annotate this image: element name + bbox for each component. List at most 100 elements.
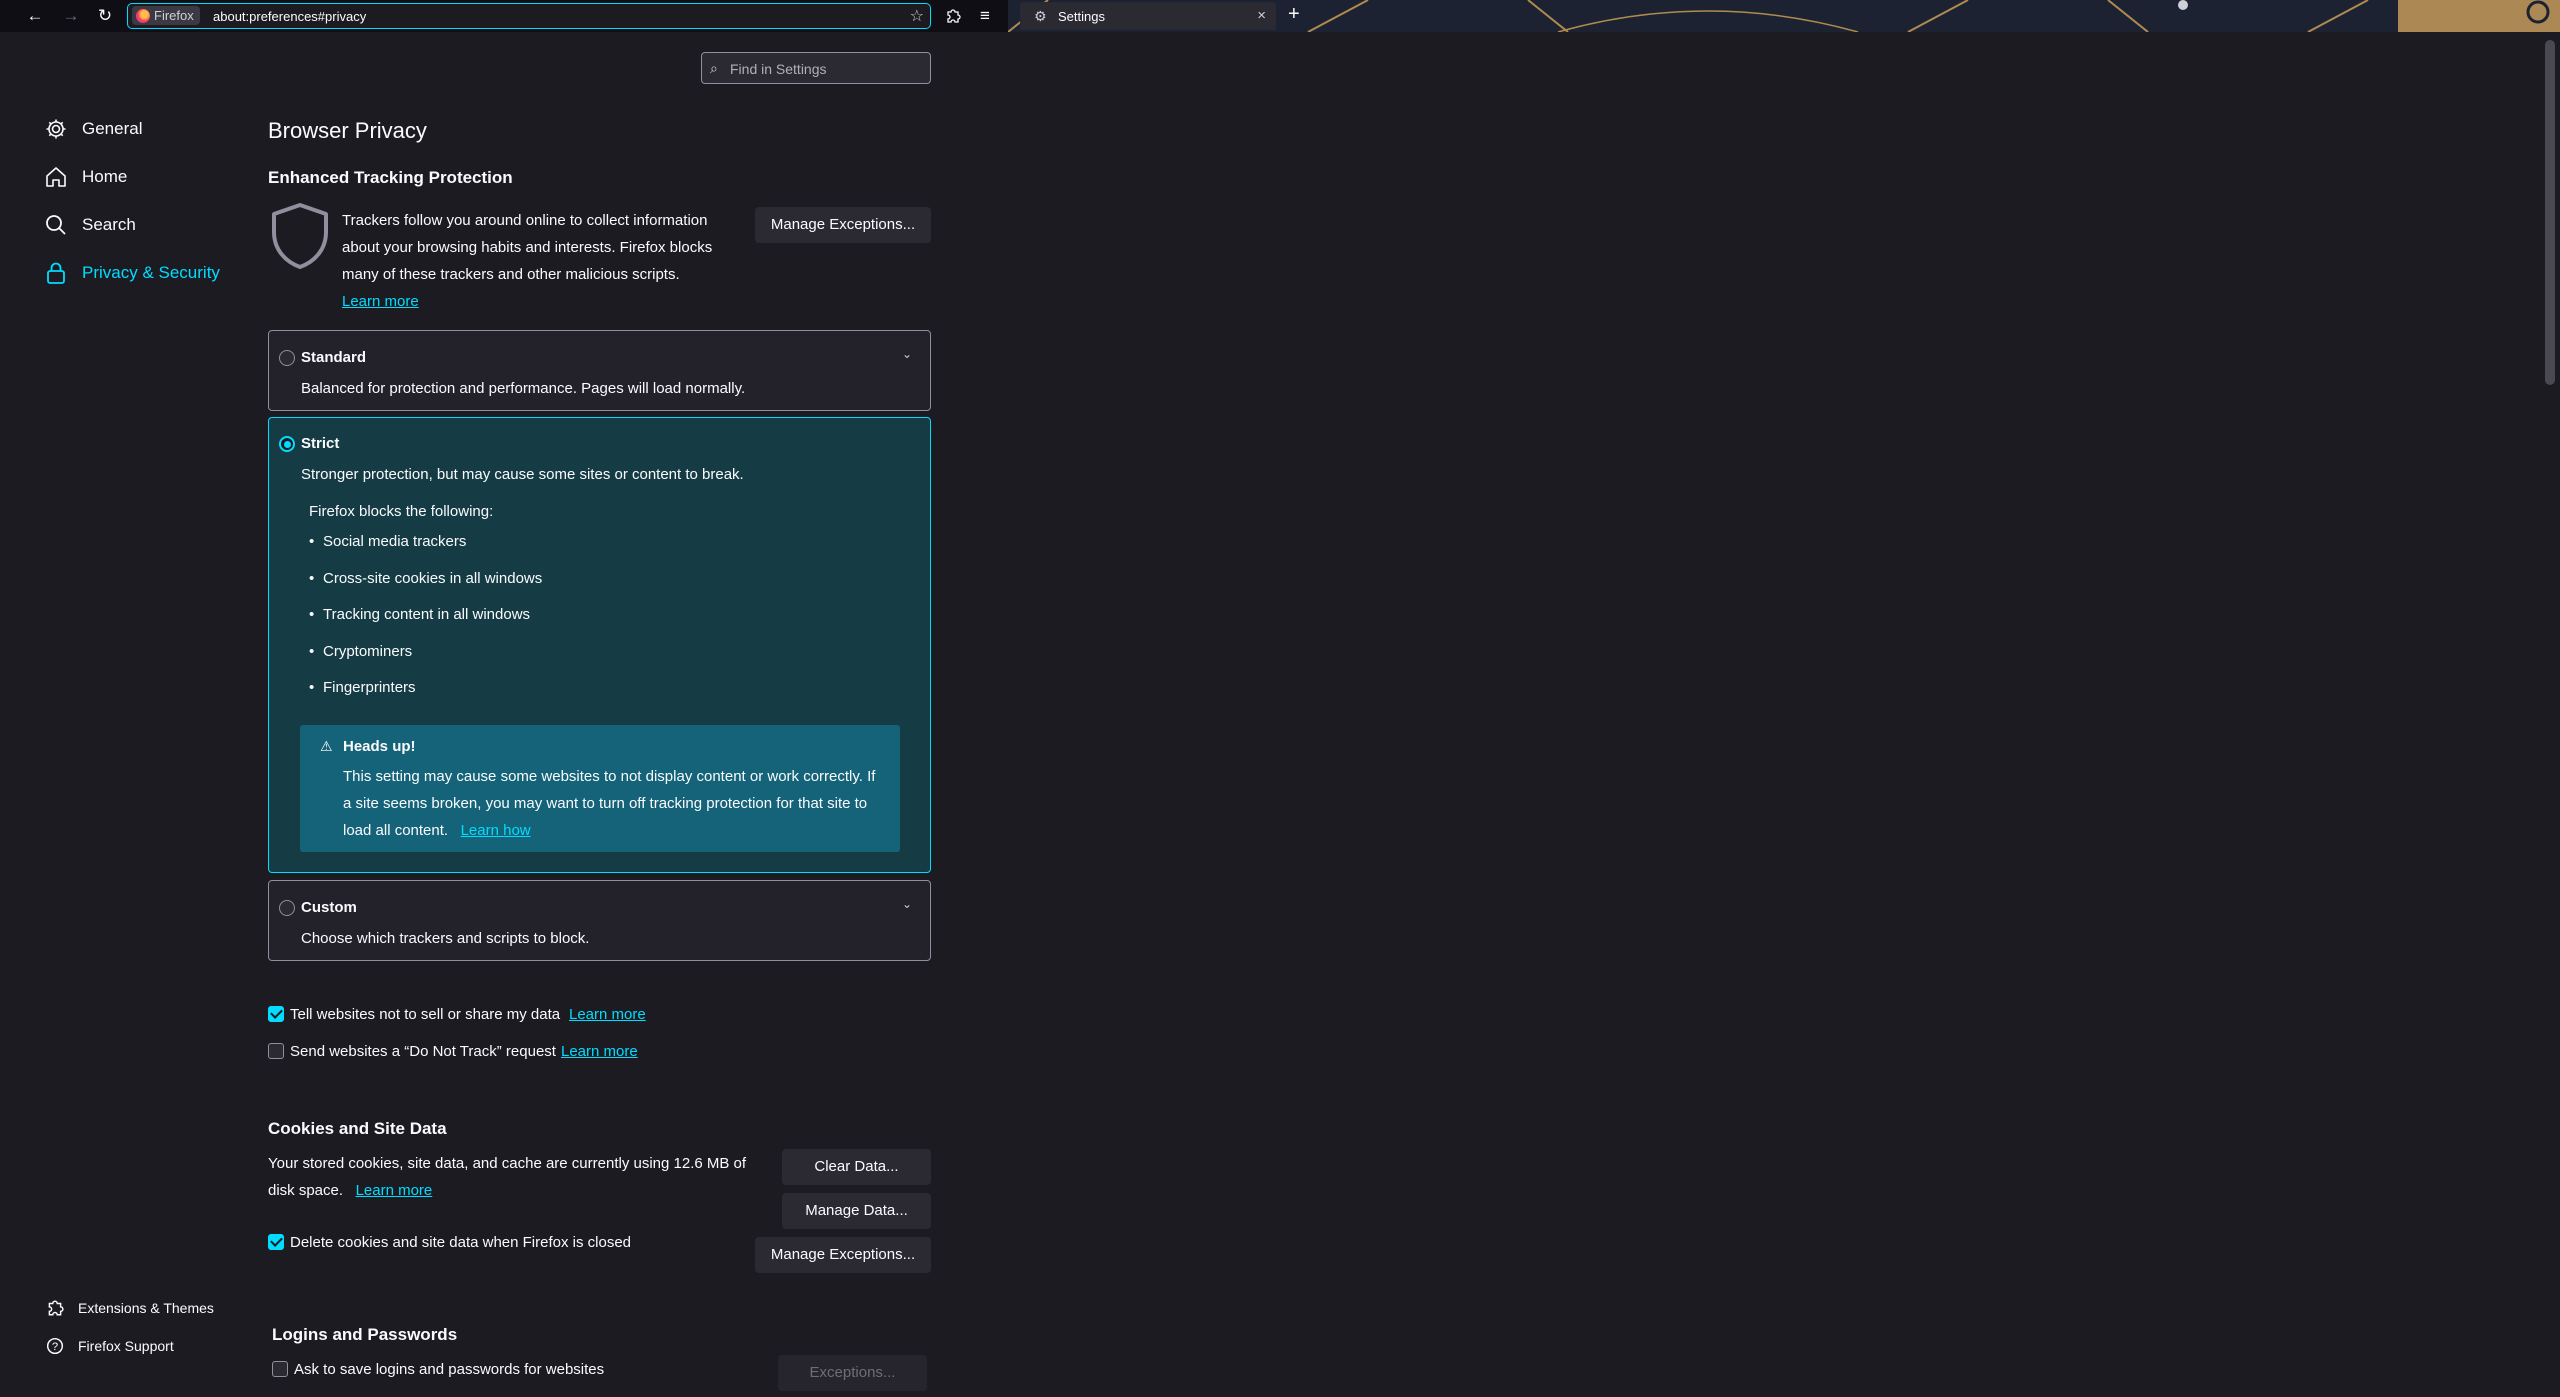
etp-title: Enhanced Tracking Protection <box>268 168 513 187</box>
gear-icon <box>46 119 66 139</box>
warning-box: ⚠ Heads up! This setting may cause some … <box>300 725 900 852</box>
home-icon <box>46 167 66 187</box>
category-privacy[interactable]: Privacy & Security <box>44 258 220 288</box>
gear-icon: ⚙ <box>1034 8 1047 24</box>
cookies-usage-text: Your stored cookies, site data, and cach… <box>268 1150 746 1204</box>
firefox-support-link[interactable]: ? Firefox Support <box>46 1337 174 1355</box>
dnt-checkbox[interactable] <box>268 1043 284 1059</box>
url-bar[interactable]: Firefox about:preferences#privacy ☆ <box>127 3 931 29</box>
warning-text: This setting may cause some websites to … <box>343 763 875 844</box>
custom-radio[interactable] <box>279 900 295 916</box>
cookies-manage-exceptions-button[interactable]: Manage Exceptions... <box>755 1237 931 1273</box>
hamburger-icon: ≡ <box>980 6 990 25</box>
strict-title: Strict <box>301 435 340 452</box>
custom-option-card[interactable]: Custom Choose which trackers and scripts… <box>268 880 931 961</box>
tab-settings[interactable]: ⚙ Settings × <box>1020 2 1276 30</box>
gpc-learn-more-link[interactable]: Learn more <box>569 1006 646 1023</box>
strict-blocks-label: Firefox blocks the following: <box>309 503 494 520</box>
svg-text:?: ? <box>52 1341 58 1353</box>
search-placeholder: Find in Settings <box>730 61 827 77</box>
chevron-down-icon[interactable]: ⌄ <box>902 347 912 361</box>
delete-on-close-label[interactable]: Delete cookies and site data when Firefo… <box>290 1234 631 1251</box>
url-text[interactable]: about:preferences#privacy <box>213 9 366 24</box>
dnt-label[interactable]: Send websites a “Do Not Track” request <box>290 1043 556 1060</box>
tab-strip: ⚙ Settings × + <box>1008 0 2560 32</box>
category-home[interactable]: Home <box>44 162 127 192</box>
list-item: Cryptominers <box>309 643 412 660</box>
forward-button[interactable]: → <box>58 4 84 28</box>
category-label: Privacy & Security <box>82 263 220 282</box>
etp-description-line: about your browsing habits and interests… <box>342 239 713 256</box>
strict-description: Stronger protection, but may cause some … <box>301 466 744 483</box>
gpc-checkbox[interactable] <box>268 1006 284 1022</box>
puzzle-icon <box>48 1300 64 1316</box>
tab-title: Settings <box>1058 9 1105 24</box>
custom-title: Custom <box>301 899 357 916</box>
strict-radio[interactable] <box>279 436 295 452</box>
ask-save-logins-checkbox[interactable] <box>272 1361 288 1377</box>
category-label: General <box>82 119 143 138</box>
list-item: Social media trackers <box>309 533 466 550</box>
search-icon <box>46 215 66 235</box>
browser-toolbar: ← → ↻ Firefox about:preferences#privacy … <box>0 0 2560 32</box>
search-icon: ⌕ <box>710 60 718 76</box>
etp-description-line: Trackers follow you around online to col… <box>342 212 708 229</box>
etp-manage-exceptions-button[interactable]: Manage Exceptions... <box>755 207 931 243</box>
etp-description-line: many of these trackers and other malicio… <box>342 266 680 283</box>
identity-label: Firefox <box>154 8 194 23</box>
warning-line: a site seems broken, you may want to tur… <box>343 795 868 812</box>
list-item: Tracking content in all windows <box>309 606 530 623</box>
category-general[interactable]: General <box>44 114 142 144</box>
new-tab-button[interactable]: + <box>1288 3 1300 26</box>
gpc-label[interactable]: Tell websites not to sell or share my da… <box>290 1006 560 1023</box>
list-item: Cross-site cookies in all windows <box>309 570 542 587</box>
cookies-usage-line: disk space. <box>268 1182 344 1199</box>
delete-on-close-checkbox[interactable] <box>268 1234 284 1250</box>
footer-label: Firefox Support <box>78 1338 174 1354</box>
warning-icon: ⚠ <box>320 738 333 754</box>
puzzle-icon <box>947 9 961 23</box>
standard-title: Standard <box>301 349 367 366</box>
learn-how-link[interactable]: Learn how <box>461 822 531 839</box>
extensions-button[interactable] <box>940 4 966 28</box>
page-title: Browser Privacy <box>268 118 427 143</box>
footer-label: Extensions & Themes <box>78 1300 214 1316</box>
standard-option-card[interactable]: Standard Balanced for protection and per… <box>268 330 931 411</box>
cookies-learn-more-link[interactable]: Learn more <box>356 1182 433 1199</box>
logins-title: Logins and Passwords <box>272 1325 458 1344</box>
ask-save-logins-label[interactable]: Ask to save logins and passwords for web… <box>294 1361 604 1378</box>
lock-icon <box>47 262 65 284</box>
manage-data-button[interactable]: Manage Data... <box>782 1193 931 1229</box>
cookies-usage-line: Your stored cookies, site data, and cach… <box>268 1155 747 1172</box>
category-label: Search <box>82 215 136 234</box>
identity-box[interactable]: Firefox <box>132 6 200 25</box>
shield-icon <box>272 203 328 269</box>
scrollbar-thumb[interactable] <box>2545 40 2555 385</box>
bookmark-star-icon[interactable]: ☆ <box>910 6 924 26</box>
standard-radio[interactable] <box>279 350 295 366</box>
custom-description: Choose which trackers and scripts to blo… <box>301 930 590 947</box>
warning-title: Heads up! <box>343 738 416 755</box>
chevron-down-icon[interactable]: ⌄ <box>902 897 912 911</box>
app-menu-button[interactable]: ≡ <box>972 4 998 28</box>
firefox-logo-icon <box>136 8 150 23</box>
extensions-themes-link[interactable]: Extensions & Themes <box>46 1299 214 1317</box>
category-label: Home <box>82 167 128 186</box>
dnt-learn-more-link[interactable]: Learn more <box>561 1043 638 1060</box>
warning-line: This setting may cause some websites to … <box>343 768 876 785</box>
warning-line: load all content. <box>343 822 449 839</box>
reload-button[interactable]: ↻ <box>92 4 118 28</box>
help-icon: ? <box>46 1337 64 1355</box>
etp-description: Trackers follow you around online to col… <box>342 207 712 315</box>
back-button[interactable]: ← <box>22 4 48 28</box>
cookies-title: Cookies and Site Data <box>268 1119 447 1138</box>
etp-learn-more-link[interactable]: Learn more <box>342 293 419 310</box>
category-search[interactable]: Search <box>44 210 136 240</box>
standard-description: Balanced for protection and performance.… <box>301 380 746 397</box>
strict-option-card[interactable]: Strict Stronger protection, but may caus… <box>268 417 931 873</box>
list-item: Fingerprinters <box>309 679 415 696</box>
logins-exceptions-button: Exceptions... <box>778 1355 927 1391</box>
close-tab-icon[interactable]: × <box>1257 7 1266 24</box>
clear-data-button[interactable]: Clear Data... <box>782 1149 931 1185</box>
settings-search-input[interactable]: ⌕ Find in Settings <box>701 52 931 84</box>
